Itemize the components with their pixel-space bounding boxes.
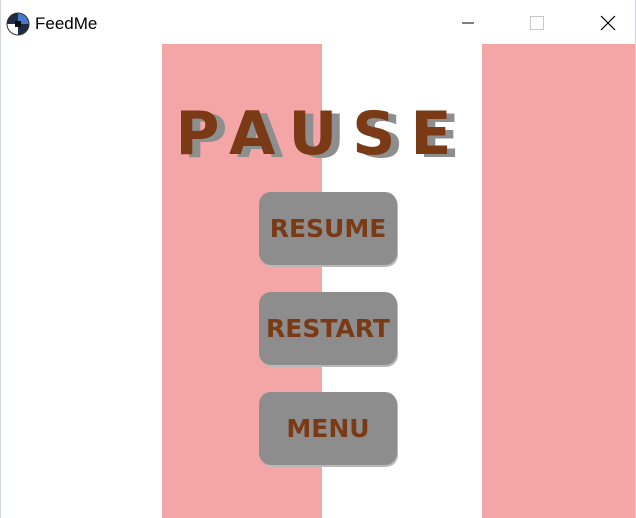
maximize-icon — [530, 16, 544, 30]
maximize-button[interactable] — [514, 8, 560, 38]
background-stripe-right — [482, 44, 635, 518]
resume-button[interactable]: RESUME — [259, 192, 397, 265]
window-title: FeedMe — [35, 14, 98, 33]
minimize-button[interactable] — [445, 8, 491, 38]
restart-button[interactable]: RESTART — [259, 292, 397, 365]
app-window: FeedMe PAUSE RESUME RESTART MENU — [0, 0, 636, 518]
minimize-icon — [462, 22, 474, 24]
close-button[interactable] — [585, 8, 631, 38]
close-icon — [600, 15, 616, 31]
app-icon — [6, 12, 30, 36]
menu-button[interactable]: MENU — [259, 392, 397, 465]
title-bar[interactable]: FeedMe — [1, 0, 635, 44]
game-canvas[interactable]: PAUSE RESUME RESTART MENU — [1, 44, 635, 518]
pause-title: PAUSE — [175, 99, 467, 169]
